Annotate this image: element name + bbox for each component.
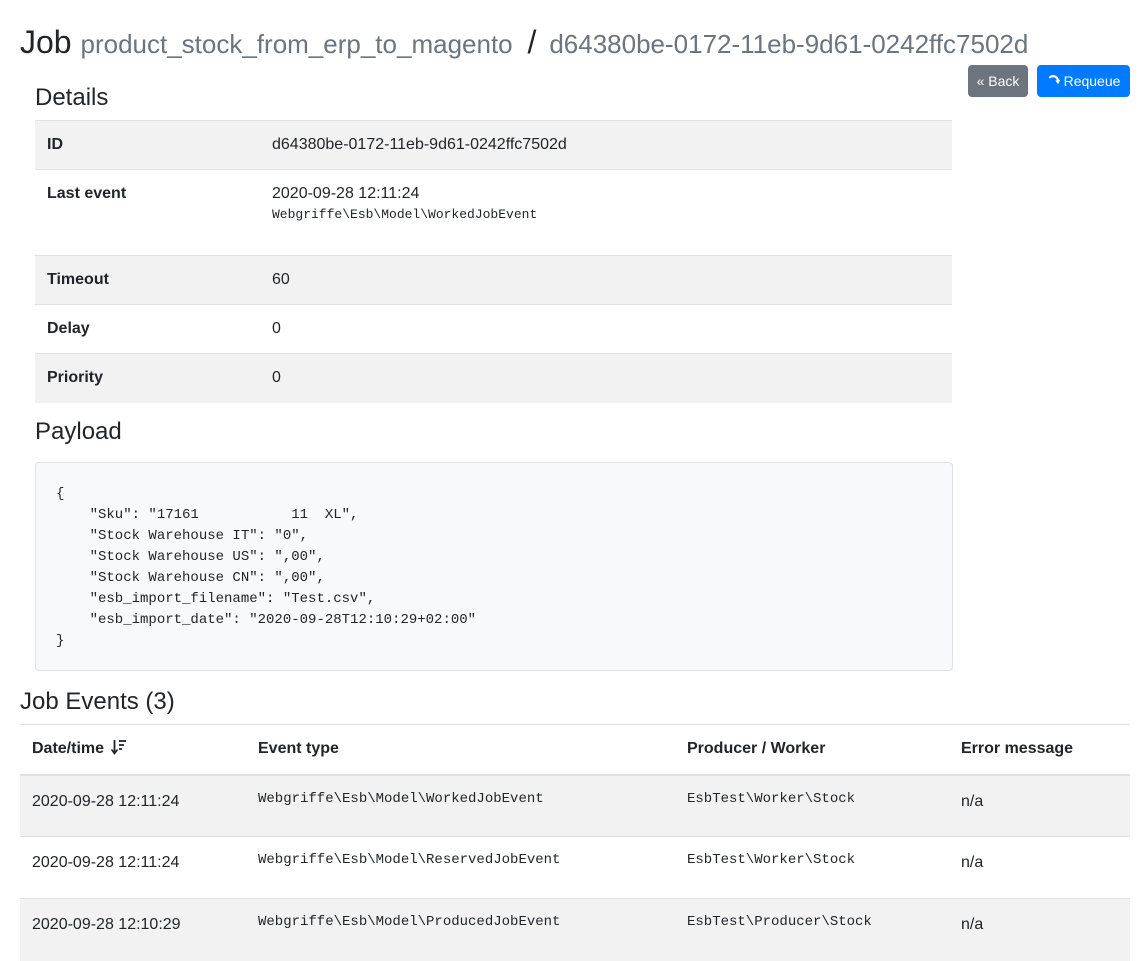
details-label: Timeout	[35, 255, 260, 305]
job-events-heading: Job Events (3)	[20, 688, 175, 715]
details-row-timeout: Timeout 60	[35, 255, 952, 305]
column-datetime[interactable]: Date/time	[20, 724, 246, 776]
event-datetime: 2020-09-28 12:11:24	[20, 774, 246, 837]
payload-heading: Payload	[35, 418, 122, 445]
details-label: Last event	[35, 169, 260, 256]
event-datetime: 2020-09-28 12:10:29	[20, 898, 246, 961]
details-row-priority: Priority 0	[35, 353, 952, 403]
event-datetime: 2020-09-28 12:11:24	[20, 836, 246, 899]
event-error: n/a	[949, 836, 1130, 899]
last-event-time: 2020-09-28 12:11:24	[272, 185, 420, 202]
details-row-id: ID d64380be-0172-11eb-9d61-0242ffc7502d	[35, 120, 952, 170]
payload-code-block: { "Sku": "17161 11 XL", "Stock Warehouse…	[35, 462, 953, 671]
column-error-message[interactable]: Error message	[949, 724, 1130, 776]
queue-name: product_stock_from_erp_to_magento	[80, 29, 513, 59]
details-label: Priority	[35, 353, 260, 403]
job-id-title: d64380be-0172-11eb-9d61-0242ffc7502d	[549, 29, 1029, 59]
back-button-label: « Back	[976, 73, 1020, 89]
event-worker: EsbTest\Producer\Stock	[675, 898, 949, 961]
column-producer-worker[interactable]: Producer / Worker	[675, 724, 949, 776]
details-heading: Details	[35, 84, 109, 111]
details-row-delay: Delay 0	[35, 304, 952, 354]
table-row: 2020-09-28 12:10:29 Webgriffe\Esb\Model\…	[20, 898, 1130, 961]
event-type: Webgriffe\Esb\Model\WorkedJobEvent	[246, 774, 675, 837]
details-value: 0	[260, 304, 952, 354]
event-worker: EsbTest\Worker\Stock	[675, 836, 949, 899]
details-value-cell: 2020-09-28 12:11:24 Webgriffe\Esb\Model\…	[260, 169, 952, 256]
job-events-table: Date/time Event type Producer / Worker E…	[20, 724, 1130, 961]
details-label: ID	[35, 120, 260, 170]
event-type: Webgriffe\Esb\Model\ReservedJobEvent	[246, 836, 675, 899]
table-row: 2020-09-28 12:11:24 Webgriffe\Esb\Model\…	[20, 836, 1130, 899]
requeue-button-label: Requeue	[1063, 73, 1121, 89]
details-value: 0	[260, 353, 952, 403]
title-job-word: Job	[20, 24, 72, 60]
page-title: Job product_stock_from_erp_to_magento / …	[20, 22, 1028, 64]
event-error: n/a	[949, 774, 1130, 837]
details-label: Delay	[35, 304, 260, 354]
back-button[interactable]: « Back	[968, 65, 1028, 97]
redo-icon	[1047, 74, 1061, 88]
details-row-last-event: Last event 2020-09-28 12:11:24 Webgriffe…	[35, 169, 952, 256]
event-worker: EsbTest\Worker\Stock	[675, 774, 949, 837]
column-event-type[interactable]: Event type	[246, 724, 675, 776]
column-datetime-label: Date/time	[32, 739, 105, 757]
events-header-row: Date/time Event type Producer / Worker E…	[20, 724, 1130, 776]
title-separator: /	[527, 24, 537, 60]
requeue-button[interactable]: Requeue	[1037, 65, 1130, 97]
event-type: Webgriffe\Esb\Model\ProducedJobEvent	[246, 898, 675, 961]
table-row: 2020-09-28 12:11:24 Webgriffe\Esb\Model\…	[20, 774, 1130, 837]
sort-descending-icon[interactable]	[111, 739, 127, 760]
details-value: d64380be-0172-11eb-9d61-0242ffc7502d	[260, 120, 952, 170]
details-value: 60	[260, 255, 952, 305]
details-table: ID d64380be-0172-11eb-9d61-0242ffc7502d …	[35, 120, 952, 403]
last-event-type: Webgriffe\Esb\Model\WorkedJobEvent	[272, 207, 538, 222]
event-error: n/a	[949, 898, 1130, 961]
